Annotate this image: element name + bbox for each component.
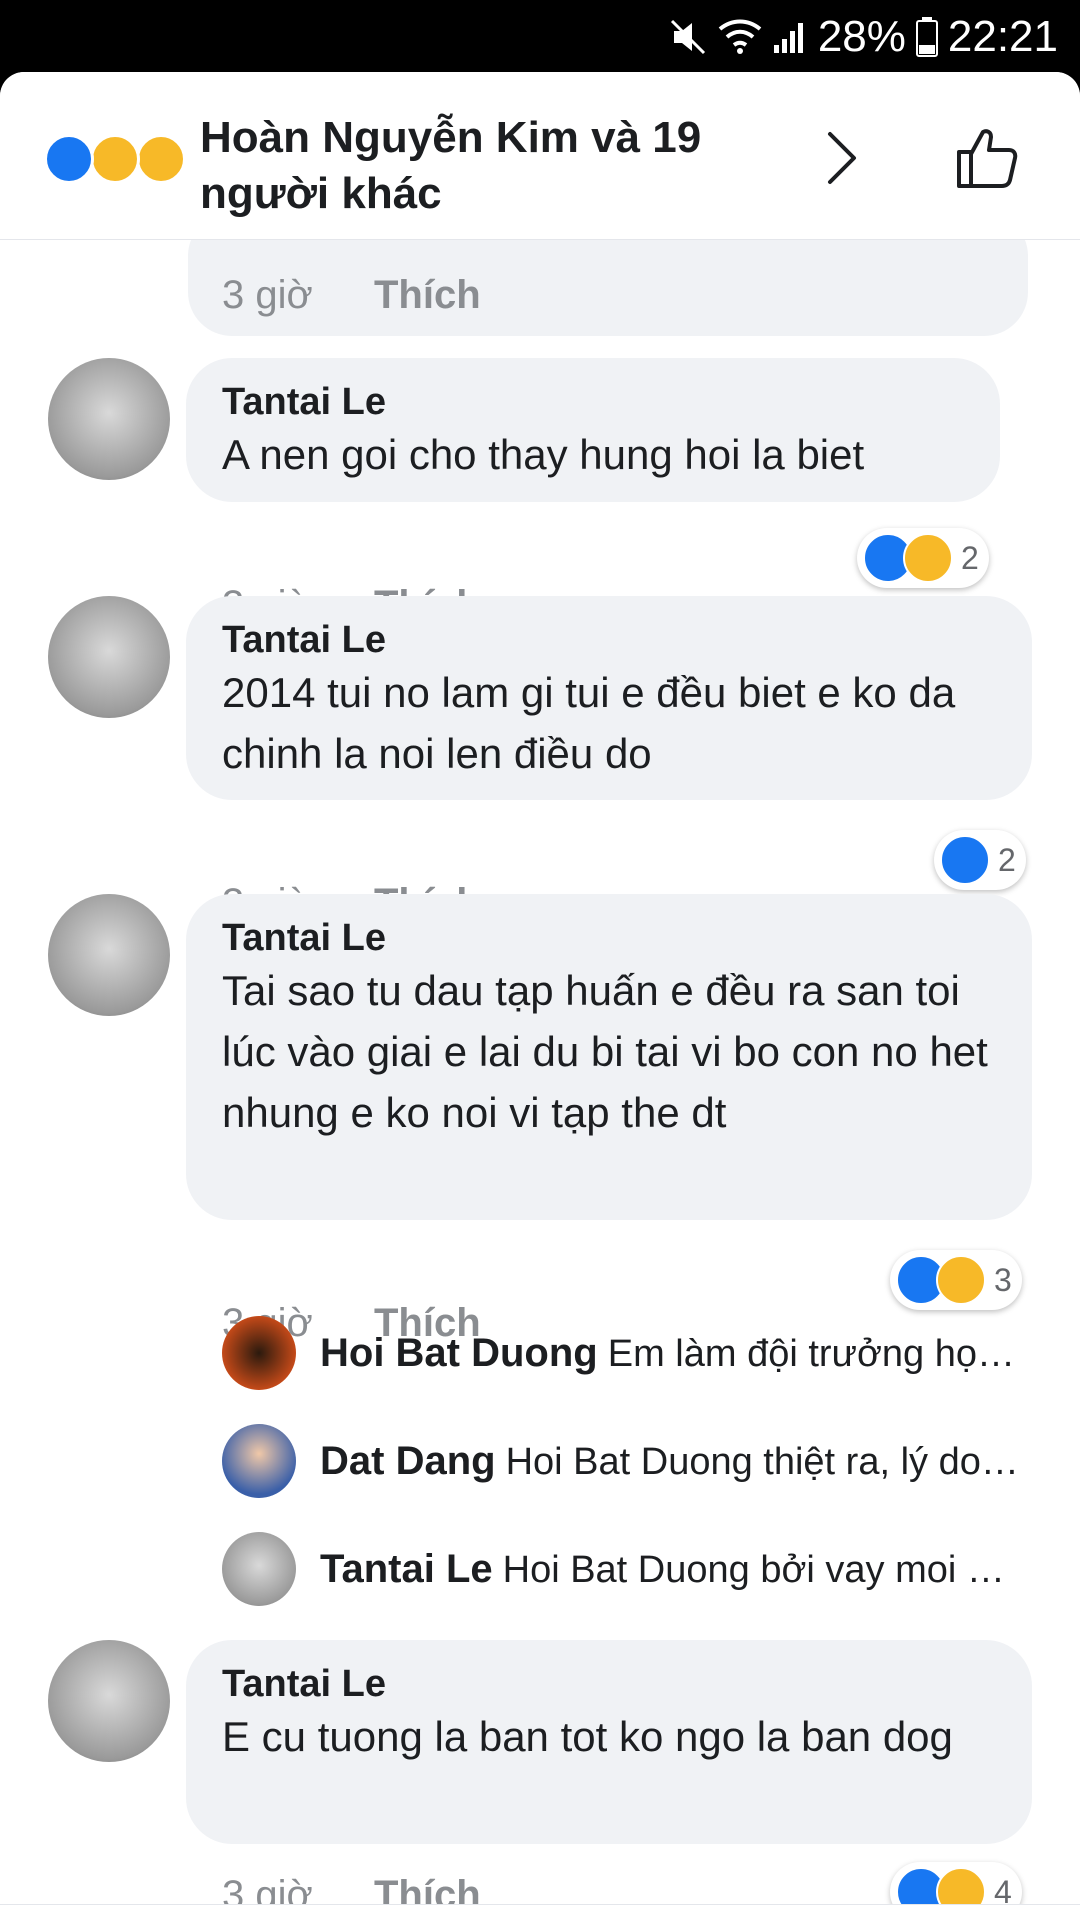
comment-author[interactable]: Tantai Le — [222, 916, 996, 960]
haha-reaction-icon — [903, 533, 953, 583]
reply-text: Hoi Bat Duong thiệt ra, lý do … — [505, 1440, 1020, 1483]
reply-author[interactable]: Hoi Bat Duong — [320, 1331, 598, 1375]
avatar[interactable] — [222, 1424, 296, 1498]
reaction-count-badge[interactable]: 2 — [857, 528, 989, 588]
signal-icon — [772, 19, 808, 55]
comment-author[interactable]: Tantai Le — [222, 618, 996, 662]
wow-reaction-icon — [136, 134, 186, 184]
wifi-icon — [718, 19, 762, 55]
like-reaction-icon — [940, 835, 990, 885]
reaction-count: 3 — [994, 1261, 1012, 1298]
comment-meta: 3 giờ Thích — [222, 270, 481, 320]
like-link[interactable]: Thích — [374, 273, 481, 318]
haha-reaction-icon — [90, 134, 140, 184]
status-bar: 28% 22:21 — [0, 0, 1080, 72]
chevron-right-icon[interactable] — [820, 128, 864, 188]
comment-text: E cu tuong la ban tot ko ngo la ban dog — [222, 1713, 953, 1760]
thumbs-up-icon[interactable] — [955, 124, 1021, 190]
comment-bubble[interactable]: Tantai Le E cu tuong la ban tot ko ngo l… — [186, 1640, 1032, 1844]
reply-preview: Tantai Le Hoi Bat Duong bởi vay moi n… — [320, 1547, 1020, 1592]
comment-bubble[interactable]: Tantai Le Tai sao tu dau tạp huấn e đều … — [186, 894, 1032, 1220]
wow-reaction-icon — [936, 1255, 986, 1305]
avatar[interactable] — [222, 1316, 296, 1390]
reaction-count-badge[interactable]: 3 — [890, 1250, 1022, 1310]
reply-item[interactable]: Tantai Le Hoi Bat Duong bởi vay moi n… — [222, 1532, 1042, 1606]
reactors-title[interactable]: Hoàn Nguyễn Kim và 19 người khác — [200, 110, 760, 222]
comments-sheet: 3 giờ Thích Tantai Le A nen goi cho thay… — [0, 72, 1080, 1920]
reply-preview: Dat Dang Hoi Bat Duong thiệt ra, lý do … — [320, 1439, 1020, 1484]
avatar[interactable] — [48, 358, 170, 480]
comment-feed[interactable]: 3 giờ Thích Tantai Le A nen goi cho thay… — [0, 72, 1080, 1920]
battery-percent: 28% — [817, 12, 906, 61]
reaction-summary[interactable] — [44, 134, 194, 186]
reaction-count: 2 — [998, 841, 1016, 878]
comment-text: 2014 tui no lam gi tui e đều biet e ko d… — [222, 669, 956, 777]
reply-item[interactable]: Hoi Bat Duong Em làm đội trưởng họp… — [222, 1316, 1042, 1390]
avatar[interactable] — [48, 1640, 170, 1762]
reaction-count: 2 — [961, 539, 979, 576]
comment-bubble[interactable]: Tantai Le 2014 tui no lam gi tui e đều b… — [186, 596, 1032, 800]
like-reaction-icon — [44, 134, 94, 184]
reply-item[interactable]: Dat Dang Hoi Bat Duong thiệt ra, lý do … — [222, 1424, 1042, 1498]
reaction-count-badge[interactable]: 2 — [934, 830, 1026, 890]
mute-icon — [668, 17, 708, 57]
bottom-divider — [0, 1904, 1080, 1920]
avatar[interactable] — [222, 1532, 296, 1606]
reactions-header[interactable]: Hoàn Nguyễn Kim và 19 người khác — [0, 72, 1080, 240]
comment-author[interactable]: Tantai Le — [222, 380, 964, 424]
comment-text: Tai sao tu dau tạp huấn e đều ra san toi… — [222, 967, 988, 1136]
reply-author[interactable]: Tantai Le — [320, 1547, 493, 1591]
avatar[interactable] — [48, 894, 170, 1016]
comment-text: A nen goi cho thay hung hoi la biet — [222, 431, 865, 478]
reply-author[interactable]: Dat Dang — [320, 1439, 496, 1483]
reply-preview: Hoi Bat Duong Em làm đội trưởng họp… — [320, 1331, 1020, 1376]
comment-author[interactable]: Tantai Le — [222, 1662, 996, 1706]
reply-text: Em làm đội trưởng họp… — [607, 1332, 1020, 1375]
comment-time: 3 giờ — [222, 272, 313, 317]
comment-bubble[interactable]: Tantai Le A nen goi cho thay hung hoi la… — [186, 358, 1000, 502]
battery-icon — [915, 17, 938, 57]
clock: 22:21 — [947, 12, 1058, 61]
reply-text: Hoi Bat Duong bởi vay moi n… — [502, 1548, 1020, 1591]
status-indicators: 28% 22:21 — [668, 12, 1058, 62]
avatar[interactable] — [48, 596, 170, 718]
